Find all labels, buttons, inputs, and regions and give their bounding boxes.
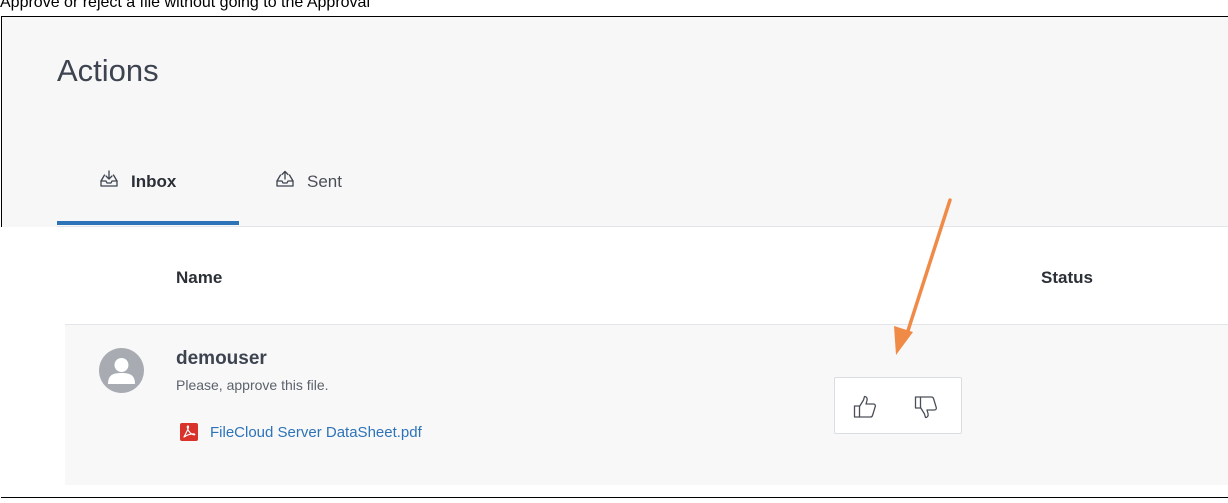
inbox-download-icon [99,169,119,189]
tab-sent-label: Sent [307,172,342,191]
table-row[interactable]: demouser Please, approve this file. File… [65,325,1228,485]
pdf-icon [180,423,198,441]
row-username: demouser [176,348,267,369]
avatar [99,348,144,393]
column-header-status[interactable]: Status [1041,268,1093,288]
active-tab-indicator [57,221,239,225]
approval-buttons [834,377,962,434]
caption-text: Approve or reject a file without going t… [0,0,370,11]
row-file-link[interactable]: FileCloud Server DataSheet.pdf [180,423,422,441]
actions-table: Name Status demouser Please, approve thi… [0,227,1228,497]
tab-inbox[interactable]: Inbox [57,152,239,224]
file-name: FileCloud Server DataSheet.pdf [210,423,422,441]
thumbs-down-icon[interactable] [913,394,939,420]
tab-inbox-label: Inbox [131,172,177,191]
thumbs-up-icon[interactable] [852,394,878,420]
row-message: Please, approve this file. [176,377,329,393]
page-title: Actions [57,53,159,88]
tab-sent[interactable]: Sent [275,152,395,224]
column-header-name[interactable]: Name [176,268,222,288]
inbox-upload-icon [275,169,295,189]
